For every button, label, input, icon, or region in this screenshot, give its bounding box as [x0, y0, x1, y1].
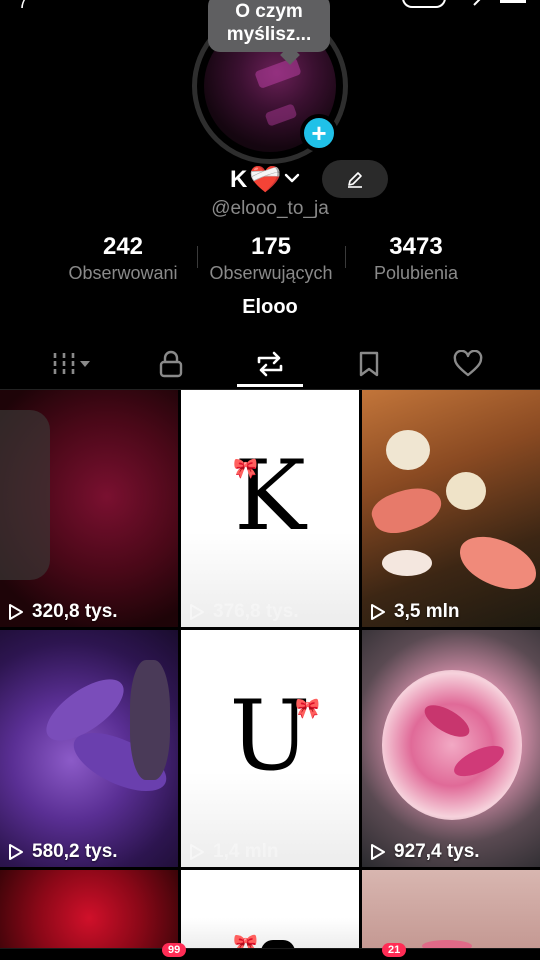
- play-icon: [371, 844, 385, 860]
- thumb-letter: U: [229, 680, 311, 792]
- view-count-text: 3,5 mln: [394, 601, 460, 622]
- thumb-shape: [130, 660, 170, 780]
- avatar-light: [254, 57, 302, 89]
- view-count: 580,2 tys.: [8, 841, 118, 863]
- stat-label: Polubienia: [373, 263, 459, 283]
- video-thumbnail[interactable]: 🎀: [181, 870, 359, 950]
- view-count-text: 580,2 tys.: [32, 841, 118, 862]
- play-icon: [9, 844, 23, 860]
- stat-value: 3473: [389, 233, 443, 260]
- tab-favorites[interactable]: [336, 344, 402, 384]
- view-count-text: 320,8 tys.: [32, 601, 118, 622]
- video-thumbnail[interactable]: K 🎀 376,8 tys.: [181, 390, 359, 627]
- inbox-badge: 99: [162, 943, 187, 957]
- repost-icon: [257, 351, 283, 377]
- add-story-button[interactable]: +: [300, 114, 338, 152]
- heart-icon: [453, 350, 483, 377]
- bow-icon: 🎀: [295, 698, 320, 720]
- lock-icon: [159, 350, 183, 378]
- video-thumbnail[interactable]: [362, 870, 540, 950]
- video-thumbnail[interactable]: U 🎀 1,4 mln: [181, 630, 359, 867]
- mending-heart-emoji: ❤️‍🩹: [249, 164, 282, 194]
- active-tab-indicator: [237, 384, 303, 387]
- thumb-shape: [386, 430, 430, 470]
- status-time: 7: [18, 0, 29, 12]
- view-count-text: 1,4 mln: [213, 841, 279, 862]
- thumb-shape: [0, 410, 50, 580]
- menu-icon[interactable]: [500, 0, 526, 3]
- view-count-text: 927,4 tys.: [394, 841, 480, 862]
- pencil-icon: [348, 172, 362, 188]
- bookmark-icon: [359, 351, 379, 377]
- stat-label: Obserwowani: [68, 263, 178, 283]
- video-thumbnail[interactable]: 3,5 mln: [362, 390, 540, 627]
- notification-badge: 21: [382, 943, 407, 957]
- play-icon: [9, 604, 23, 620]
- view-count-text: 376,8 tys.: [213, 601, 299, 622]
- stat-likes[interactable]: 3473 Polubienia: [360, 232, 472, 284]
- view-count: 376,8 tys.: [189, 601, 299, 623]
- bow-icon: 🎀: [233, 458, 258, 480]
- edit-profile-button[interactable]: [322, 160, 388, 198]
- video-thumbnail[interactable]: 580,2 tys.: [0, 630, 178, 867]
- chevron-down-icon[interactable]: [284, 170, 300, 186]
- stat-value: 175: [250, 233, 292, 260]
- video-thumbnail[interactable]: 320,8 tys.: [0, 390, 178, 627]
- view-count: 3,5 mln: [370, 601, 459, 623]
- stat-followers[interactable]: 175 Obserwujących: [198, 232, 344, 284]
- divider: [345, 246, 346, 268]
- bottom-navigation: 99 21: [0, 943, 540, 960]
- view-count: 320,8 tys.: [8, 601, 118, 623]
- thumb-shape: [382, 670, 522, 820]
- avatar-light: [264, 103, 298, 127]
- display-name-text: K: [230, 165, 248, 193]
- view-count: 1,4 mln: [189, 841, 278, 863]
- play-icon: [190, 844, 204, 860]
- profile-tabs: [0, 340, 540, 390]
- tab-private[interactable]: [138, 344, 204, 384]
- tab-reposts[interactable]: [237, 344, 303, 384]
- video-thumbnail[interactable]: 927,4 tys.: [362, 630, 540, 867]
- stat-following[interactable]: 242 Obserwowani: [58, 232, 188, 284]
- thumb-shape: [367, 479, 447, 541]
- profile-stats: 242 Obserwowani 175 Obserwujących 3473 P…: [0, 232, 540, 284]
- play-icon: [190, 604, 204, 620]
- send-icon: [473, 0, 481, 6]
- display-name[interactable]: K ❤️‍🩹: [230, 164, 282, 195]
- tab-liked[interactable]: [435, 344, 501, 384]
- bubble-line-2: myślisz...: [226, 24, 312, 45]
- username: @elooo_to_ja: [211, 198, 329, 219]
- thumb-shape: [382, 550, 432, 576]
- video-thumbnail[interactable]: [0, 870, 178, 950]
- bio-text: Elooo: [242, 296, 298, 318]
- battery-icon: [402, 0, 446, 8]
- bubble-line-1: O czym: [235, 1, 303, 22]
- thumb-letter: K: [234, 440, 306, 552]
- grid-columns-icon: [53, 353, 90, 375]
- thumb-shape: [446, 472, 486, 510]
- thought-bubble[interactable]: O czym myślisz...: [208, 0, 330, 52]
- status-icons: [402, 0, 526, 8]
- view-count: 927,4 tys.: [370, 841, 480, 863]
- thumb-shape: [453, 530, 540, 596]
- tab-videos[interactable]: [40, 344, 106, 384]
- play-icon: [371, 604, 385, 620]
- stat-value: 242: [102, 233, 144, 260]
- stat-label: Obserwujących: [209, 263, 333, 283]
- name-row: K ❤️‍🩹: [0, 160, 540, 200]
